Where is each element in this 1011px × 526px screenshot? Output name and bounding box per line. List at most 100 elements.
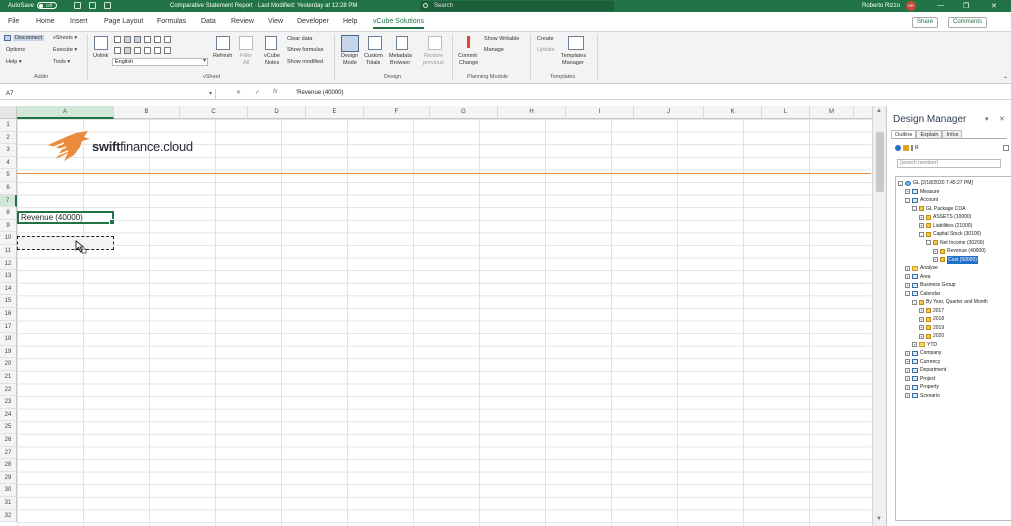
expand-icon[interactable]: + [905,359,910,364]
tab-formulas[interactable]: Formulas [157,18,186,25]
unlink-button[interactable]: Unlink [93,53,108,59]
row-header-29[interactable]: 29 [0,471,17,485]
manage-button[interactable]: Manage [484,47,504,53]
expand-icon[interactable]: + [905,282,910,288]
restore-previous-line1[interactable]: Restore [424,53,443,59]
layout-icon-8[interactable] [124,47,131,54]
redo-icon[interactable] [104,2,111,9]
expand-icon[interactable]: + [919,325,924,330]
layout-icon-11[interactable] [154,47,161,54]
expand-icon[interactable]: + [905,350,910,356]
tab-review[interactable]: Review [231,18,254,25]
tree-node[interactable]: +2018 [919,315,944,323]
tree-node[interactable]: + Area [905,273,931,281]
row-header-16[interactable]: 16 [0,308,17,321]
column-header-i[interactable]: I [566,106,634,119]
tab-developer[interactable]: Developer [297,18,329,25]
tab-infos[interactable]: Infos [942,130,963,138]
show-writable-button[interactable]: Show Writable [484,36,519,42]
row-header-27[interactable]: 27 [0,446,17,460]
column-header-f[interactable]: F [364,106,430,119]
tree-node[interactable]: - GL Package COA [912,205,966,213]
scrollbar-thumb[interactable] [876,132,884,192]
column-header-b[interactable]: B [114,106,180,119]
tree-node[interactable]: + Analyse [905,264,938,272]
clear-data-button[interactable]: Clear data [287,36,312,42]
help-menu[interactable]: Help ▾ [6,59,22,65]
commit-change-line1[interactable]: Commit [458,53,477,59]
row-header-4[interactable]: 4 [0,156,17,170]
share-button[interactable]: Share [912,17,939,28]
row-header-8[interactable]: 8 [0,207,17,220]
undo-icon[interactable] [89,2,96,9]
layout-icon-12[interactable] [164,47,171,54]
custom-totals-line1[interactable]: Custom [364,53,383,59]
row-header-22[interactable]: 22 [0,383,17,397]
expand-icon[interactable]: + [905,376,910,381]
save-icon[interactable] [74,2,81,9]
help-icon[interactable] [895,145,901,151]
refresh-button[interactable]: Refresh [213,53,232,59]
column-header-h[interactable]: H [498,106,566,119]
outline-tree[interactable]: - GL [2/18/2020 7:45:27 PM] + Measure - Accou… [895,176,1011,521]
create-template-button[interactable]: Create [537,36,554,42]
expand-icon[interactable]: + [905,189,910,194]
row-header-21[interactable]: 21 [0,371,17,384]
row-header-3[interactable]: 3 [0,144,17,157]
row-header-32[interactable]: 32 [0,509,17,523]
avatar[interactable]: RR [906,1,916,11]
update-template-button[interactable]: Update [537,47,555,53]
column-header-m[interactable]: M [810,106,854,119]
layout-icon-7[interactable] [114,47,121,54]
expand-icon[interactable]: + [905,393,910,398]
autosave-toggle[interactable]: Off [37,2,58,9]
autosave[interactable]: AutoSave Off [8,2,58,9]
row-header-30[interactable]: 30 [0,484,17,497]
layout-icon-6[interactable] [164,36,171,43]
column-header-g[interactable]: G [430,106,498,119]
tree-node[interactable]: - By Year, Quarter and Month [912,298,988,306]
templates-manager-line1[interactable]: Templates [561,53,586,59]
row-header-12[interactable]: 12 [0,257,17,271]
metadata-browser-line1[interactable]: Metadata [389,53,412,59]
close-button[interactable]: ✕ [991,2,997,10]
tree-node[interactable]: - Capital Stock (30100) [919,230,981,238]
tree-node[interactable]: + Property [905,383,939,391]
tree-node[interactable]: - Account [905,196,938,204]
row-header-23[interactable]: 23 [0,396,17,409]
column-header-l[interactable]: L [762,106,810,119]
layout-icon-1[interactable] [114,36,121,43]
tab-page-layout[interactable]: Page Layout [104,18,143,25]
tab-view[interactable]: View [268,18,283,25]
expand-icon[interactable]: + [905,265,910,271]
row-header-13[interactable]: 13 [0,270,17,283]
expand-icon[interactable]: + [919,223,924,228]
row-header-25[interactable]: 25 [0,421,17,434]
templates-manager-line2[interactable]: Manager [562,60,584,66]
row-header-10[interactable]: 10 [0,232,17,245]
tab-help[interactable]: Help [343,18,357,25]
name-box[interactable]: A7 [2,89,216,99]
row-header-6[interactable]: 6 [0,182,17,195]
select-all-corner[interactable] [0,106,17,119]
tab-explain[interactable]: Explain [916,130,943,138]
layout-icon-9[interactable] [134,47,141,54]
show-modified-button[interactable]: Show modified [287,59,323,65]
tools-menu[interactable]: Tools ▾ [53,59,70,65]
cell-grid[interactable] [17,119,871,526]
row-header-18[interactable]: 18 [0,333,17,346]
tab-insert[interactable]: Insert [70,18,88,25]
tree-node[interactable]: + Scenario [905,392,940,400]
custom-totals-line2[interactable]: Totals [366,60,380,66]
tree-node[interactable]: + Cost (50000) [933,255,978,264]
design-mode-line2[interactable]: Mode [343,60,357,66]
collapse-icon[interactable]: - [912,299,917,305]
row-header-31[interactable]: 31 [0,497,17,510]
vcube-notes-line2[interactable]: Notes [265,60,279,66]
tree-node[interactable]: + Department [905,366,946,374]
column-header-d[interactable]: D [248,106,306,119]
tab-vcube-solutions[interactable]: vCube Solutions [373,18,424,29]
language-select[interactable]: English [112,58,208,66]
layout-icon-10[interactable] [144,47,151,54]
column-header-a[interactable]: A [17,106,114,119]
